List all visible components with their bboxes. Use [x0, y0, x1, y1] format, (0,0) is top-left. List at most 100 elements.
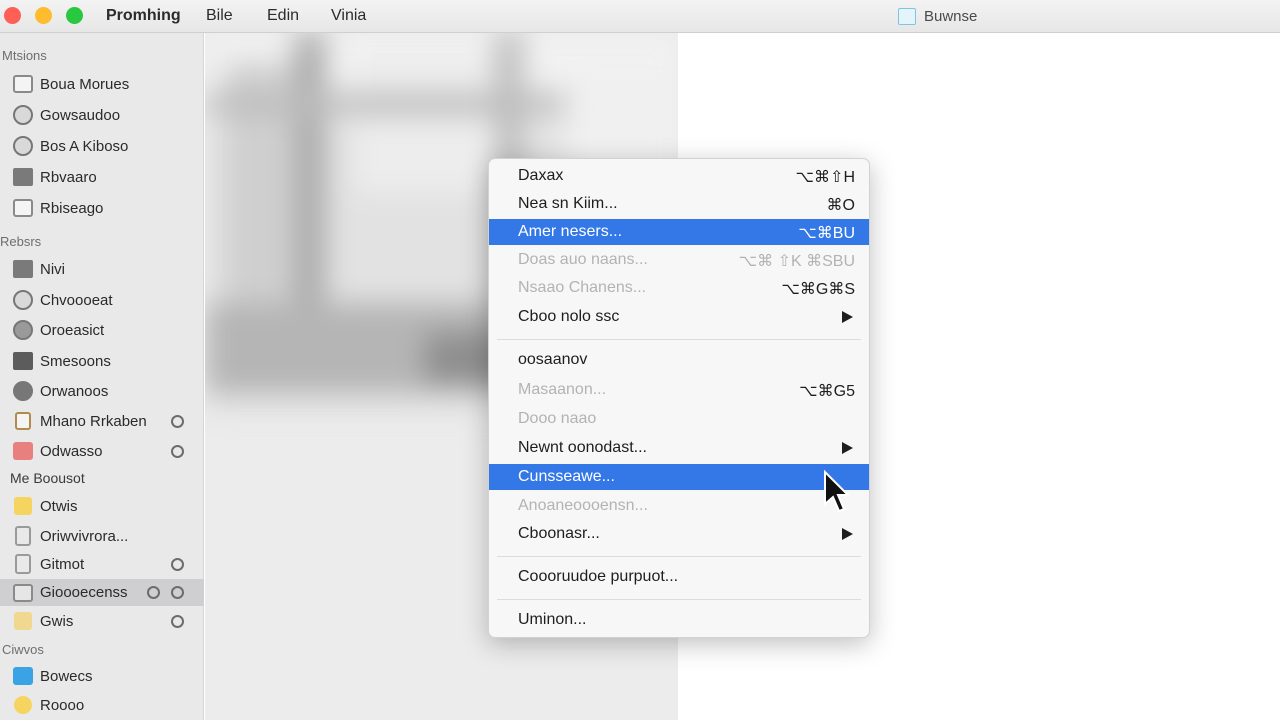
submenu-arrow-icon — [842, 528, 853, 540]
menu-item-submenu[interactable]: Newnt oonodast... — [489, 435, 869, 461]
photo-icon — [12, 74, 34, 94]
submenu-arrow-icon — [842, 442, 853, 454]
sidebar-item[interactable]: Smesoons — [0, 348, 204, 374]
menu-item-label: Nea sn Kiim... — [518, 195, 618, 212]
menu-item-label: Nsaao Chanens... — [518, 279, 647, 296]
sidebar-item-label: Gowsaudoo — [40, 106, 121, 124]
sidebar-item-label: Roooo — [40, 696, 85, 714]
info-icon[interactable] — [171, 614, 184, 628]
menu-item-shortcut: ⌥⌘G5 — [799, 383, 855, 400]
sidebar-item[interactable]: Orwanoos — [0, 378, 204, 404]
sidebar-section-header: Me Boousot — [10, 470, 85, 486]
share-icon[interactable] — [171, 586, 184, 599]
menu-item-label: Uminon... — [518, 611, 587, 628]
sidebar-item[interactable]: Oriwvivrora... — [0, 523, 204, 549]
red-folder-icon — [12, 441, 34, 461]
menu-item-label: Cboo nolo ssc — [518, 308, 620, 325]
menu-item-disabled: Masaanon... ⌥⌘G5 — [489, 377, 869, 403]
note-icon — [12, 496, 34, 516]
sidebar-item[interactable]: Chvoooeat — [0, 287, 204, 313]
sidebar-item-selected[interactable]: Gioooecenss — [0, 579, 204, 606]
sidebar-item[interactable]: Gitmot — [0, 551, 204, 577]
document-title: Buwnse — [898, 8, 977, 25]
globe-icon — [12, 136, 34, 156]
sidebar-item[interactable]: Roooo — [0, 692, 204, 718]
menu-item[interactable]: Coooruudoe purpuot... — [489, 564, 869, 590]
menu-separator — [497, 339, 861, 340]
menu-item-disabled: Anoaneoooensn... — [489, 493, 869, 519]
blue-app-icon — [12, 666, 34, 686]
submenu-arrow-icon — [842, 311, 853, 323]
sidebar-item-label: Gwis — [40, 612, 74, 630]
menu-item-label: Masaanon... — [518, 381, 607, 398]
menu-item[interactable]: Nea sn Kiim... ⌘O — [489, 191, 869, 217]
menu-view[interactable]: Vinia — [331, 7, 366, 25]
menu-item-label: Coooruudoe purpuot... — [518, 568, 679, 585]
menu-item-submenu[interactable]: Cboonasr... — [489, 521, 869, 547]
menu-item-label: Amer nesers... — [518, 223, 623, 240]
menu-file[interactable]: Bile — [206, 7, 233, 25]
menu-item-disabled: Doas auo naans... ⌥⌘ ⇧K ⌘SBU — [489, 247, 869, 273]
sidebar-item[interactable]: Rbvaaro — [0, 164, 204, 190]
menu-item[interactable]: Daxax ⌥⌘⇧H — [489, 163, 869, 189]
menu-item-shortcut: ⌥⌘G⌘S — [781, 281, 855, 298]
sidebar-item[interactable]: Bowecs — [0, 663, 204, 689]
sidebar-item[interactable]: Gwis — [0, 608, 204, 634]
sidebar-item-label: Oriwvivrora... — [40, 527, 129, 545]
close-window-button[interactable] — [4, 7, 21, 24]
sidebar-item[interactable]: Nivi — [0, 256, 204, 282]
note-outline-icon — [12, 526, 34, 546]
sidebar-item[interactable]: Mhano Rrkaben — [0, 408, 204, 434]
sidebar-section-header: Ciwvos — [2, 642, 44, 657]
menu-item-label: oosaanov — [518, 351, 588, 368]
zoom-window-button[interactable] — [66, 7, 83, 24]
info-icon[interactable] — [171, 557, 184, 571]
menu-item-shortcut: ⌥⌘BU — [798, 225, 855, 242]
sidebar-item-label: Odwasso — [40, 442, 103, 460]
sidebar-item[interactable]: Otwis — [0, 493, 204, 519]
menu-item[interactable]: oosaanov — [489, 347, 869, 373]
sidebar-item[interactable]: Rbiseago — [0, 195, 204, 221]
menu-item-label: Dooo naao — [518, 410, 597, 427]
sidebar-item-label: Rbvaaro — [40, 168, 97, 186]
note-outline-icon — [12, 554, 34, 574]
menu-item-label: Cboonasr... — [518, 525, 600, 542]
sidebar-item-label: Orwanoos — [40, 382, 109, 400]
info-icon[interactable] — [171, 444, 184, 458]
sidebar: Mtsions Boua Morues Gowsaudoo Bos A Kibo… — [0, 33, 204, 720]
menu-item-label: Doas auo naans... — [518, 251, 648, 268]
sidebar-item-label: Bos A Kiboso — [40, 137, 129, 155]
menu-item[interactable]: Uminon... — [489, 607, 869, 633]
sidebar-item[interactable]: Oroeasict — [0, 317, 204, 343]
minimize-window-button[interactable] — [35, 7, 52, 24]
gear-icon — [12, 320, 34, 340]
menu-edit[interactable]: Edin — [267, 7, 299, 25]
menu-separator — [497, 599, 861, 600]
sidebar-item-label: Otwis — [40, 497, 78, 515]
document-icon — [898, 8, 916, 25]
menu-item-label: Newnt oonodast... — [518, 439, 647, 456]
sidebar-item-label: Boua Morues — [40, 75, 130, 93]
menu-item-highlighted[interactable]: Cunsseawe... — [489, 464, 869, 490]
menu-item-label: Anoaneoooensn... — [518, 497, 648, 514]
monitor-icon — [12, 259, 34, 279]
archive-icon — [12, 583, 34, 603]
menu-separator — [497, 556, 861, 557]
document-title-text: Buwnse — [924, 8, 978, 25]
menu-item-submenu[interactable]: Cboo nolo ssc — [489, 304, 869, 330]
info-icon[interactable] — [147, 586, 160, 599]
info-icon[interactable] — [171, 414, 184, 428]
sidebar-item[interactable]: Odwasso — [0, 438, 204, 464]
sidebar-item-label: Oroeasict — [40, 321, 105, 339]
menu-app[interactable]: Promhing — [106, 7, 181, 25]
sidebar-item[interactable]: Gowsaudoo — [0, 102, 204, 128]
sidebar-item[interactable]: Boua Morues — [0, 71, 204, 97]
clock-icon — [12, 105, 34, 125]
context-menu: Daxax ⌥⌘⇧H Nea sn Kiim... ⌘O Amer nesers… — [488, 158, 870, 638]
sidebar-item[interactable]: Bos A Kiboso — [0, 133, 204, 159]
mouse-pointer-icon — [824, 470, 849, 513]
sidebar-item-label: Bowecs — [40, 667, 93, 685]
sidebar-item-label: Rbiseago — [40, 199, 104, 217]
sidebar-item-label: Mhano Rrkaben — [40, 412, 147, 430]
menu-item-highlighted[interactable]: Amer nesers... ⌥⌘BU — [489, 219, 869, 245]
